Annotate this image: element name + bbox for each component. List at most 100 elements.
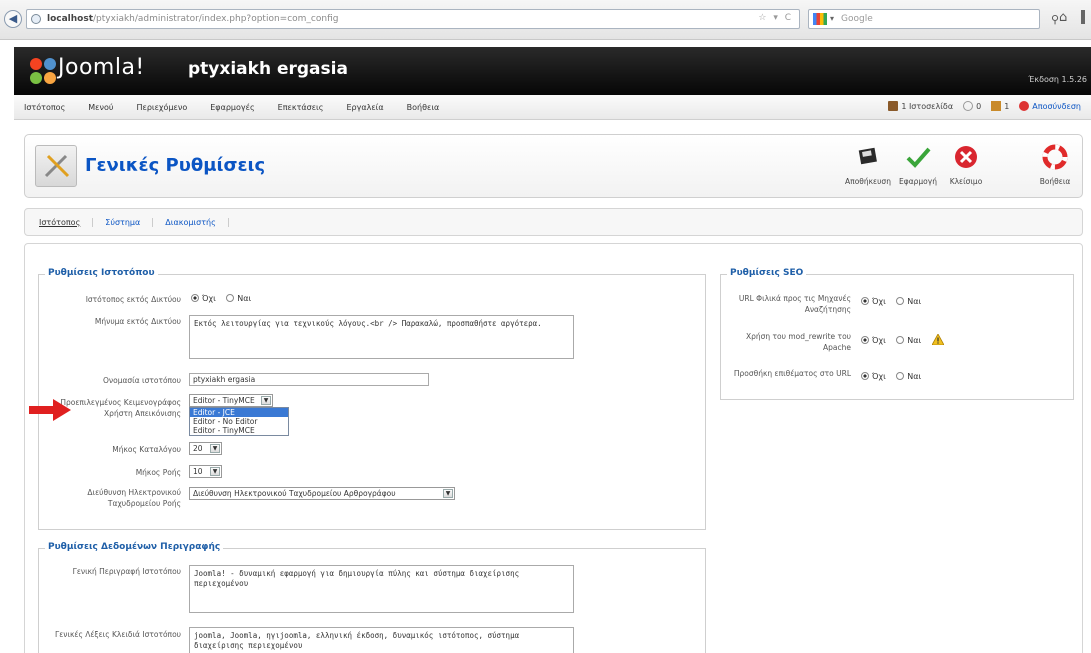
- screen: ◀ localhost/ptyxiakh/administrator/index…: [0, 0, 1091, 653]
- seo-friendly-no-label: Όχι: [872, 297, 886, 306]
- feed-email-select[interactable]: Διεύθυνση Ηλεκτρονικού Ταχυδρομείου Αρθρ…: [189, 487, 455, 500]
- offline-no-radio[interactable]: [191, 294, 199, 302]
- offline-message-label: Μήνυμα εκτός Δικτύου: [94, 317, 181, 326]
- url-suffix-no-radio[interactable]: [861, 372, 869, 380]
- editor-selected-value: Editor - TinyMCE: [193, 396, 255, 405]
- seo-friendly-yes-radio[interactable]: [896, 297, 905, 305]
- users-online: 1: [991, 101, 1009, 111]
- menu-item-menus[interactable]: Μενού: [88, 103, 113, 112]
- site-name: ptyxiakh ergasia: [188, 59, 348, 79]
- site-name-label: Ονομασία ιστοτόπου: [103, 376, 181, 385]
- menu-icon[interactable]: [1081, 10, 1085, 24]
- tab-server[interactable]: Διακομιστής: [165, 218, 229, 227]
- url-suffix-no-label: Όχι: [872, 372, 886, 381]
- back-arrow-icon[interactable]: ◀: [4, 10, 22, 28]
- apply-label: Εφαρμογή: [899, 177, 937, 186]
- chevron-down-icon: ▼: [210, 444, 220, 453]
- seo-panel: Ρυθμίσεις SEO URL Φιλικά προς τις Μηχανέ…: [720, 268, 1074, 400]
- mod-rewrite-no-label: Όχι: [872, 336, 886, 345]
- toolbar: Γενικές Ρυθμίσεις Αποθήκευση Εφαρμογή Κλ…: [24, 134, 1083, 198]
- url-suffix-radio-group: Όχι Ναι: [861, 372, 929, 381]
- site-name-input[interactable]: ptyxiakh ergasia: [189, 373, 429, 386]
- close-label: Κλείσιμο: [949, 177, 983, 186]
- list-length-value: 20: [193, 444, 203, 453]
- feed-length-value: 10: [193, 467, 203, 476]
- joomla-logo-text: Joomla!: [58, 55, 145, 80]
- close-icon: [952, 143, 980, 171]
- offline-message-textarea[interactable]: Εκτός λειτουργίας για τεχνικούς λόγους.<…: [189, 315, 574, 359]
- config-icon: [35, 145, 77, 187]
- seo-friendly-no-radio[interactable]: [861, 297, 869, 305]
- home-icon[interactable]: ⌂: [1059, 10, 1067, 25]
- offline-radio-group: Όχι Ναι: [191, 294, 259, 303]
- address-bar[interactable]: localhost/ptyxiakh/administrator/index.p…: [26, 9, 800, 29]
- joomla-logo-icon: [30, 58, 56, 84]
- editor-option-no-editor[interactable]: Editor - No Editor: [190, 417, 288, 426]
- apply-button[interactable]: Εφαρμογή: [894, 143, 942, 186]
- menu-item-site[interactable]: Ιστότοπος: [24, 103, 65, 112]
- users-count: 1: [1004, 101, 1010, 111]
- menu-item-content[interactable]: Περιεχόμενο: [136, 103, 187, 112]
- offline-yes-radio[interactable]: [226, 294, 235, 302]
- feed-length-label: Μήκος Ροής: [135, 468, 181, 477]
- help-lifebuoy-icon: [1041, 143, 1069, 171]
- offline-yes-label: Ναι: [237, 294, 252, 303]
- search-input[interactable]: ▾ Google ⚲: [808, 9, 1059, 29]
- keywords-label: Γενικές Λέξεις Κλειδιά Ιστοτόπου: [55, 630, 181, 639]
- messages-icon: [963, 101, 974, 111]
- url-path: /ptyxiakh/administrator/index.php?option…: [93, 14, 339, 24]
- chevron-down-icon: ▼: [443, 489, 453, 498]
- chevron-down-icon: ▼: [261, 396, 271, 405]
- preview-link[interactable]: 1 Ιστοσελίδα: [888, 101, 953, 111]
- preview-icon: [888, 101, 899, 111]
- search-icon[interactable]: ⚲: [1051, 13, 1059, 26]
- preview-label: 1 Ιστοσελίδα: [901, 101, 954, 111]
- menu-item-help[interactable]: Βοήθεια: [407, 103, 440, 112]
- logout-link[interactable]: Αποσύνδεση: [1019, 101, 1081, 111]
- feed-length-select[interactable]: 10 ▼: [189, 465, 222, 478]
- feed-email-value: Διεύθυνση Ηλεκτρονικού Ταχυδρομείου Αρθρ…: [193, 489, 396, 498]
- warning-icon: [931, 334, 944, 345]
- tab-system[interactable]: Σύστημα: [105, 218, 154, 227]
- messages-count: 0: [976, 101, 982, 111]
- offline-no-label: Όχι: [202, 294, 216, 303]
- tabs-bar: Ιστότοπος Σύστημα Διακομιστής: [24, 208, 1083, 236]
- close-button[interactable]: Κλείσιμο: [942, 143, 990, 186]
- messages-link[interactable]: 0: [963, 101, 981, 111]
- globe-icon: [31, 14, 41, 24]
- tab-site[interactable]: Ιστότοπος: [39, 218, 94, 227]
- browser-toolbar: ◀ localhost/ptyxiakh/administrator/index…: [0, 0, 1091, 40]
- offline-label: Ιστότοπος εκτός Δικτύου: [85, 295, 181, 304]
- menu-item-components[interactable]: Εφαρμογές: [210, 103, 254, 112]
- seo-legend: Ρυθμίσεις SEO: [727, 268, 807, 278]
- search-placeholder: Google: [841, 14, 873, 24]
- search-dropdown-icon[interactable]: ▾: [830, 14, 834, 23]
- star-icon[interactable]: ☆ ▾ C: [758, 13, 793, 23]
- menu-item-extensions[interactable]: Επεκτάσεις: [278, 103, 324, 112]
- keywords-textarea[interactable]: joomla, Joomla, ηγιjoomla, ελληνική έκδο…: [189, 627, 574, 653]
- save-button[interactable]: Αποθήκευση: [844, 143, 892, 186]
- mod-rewrite-yes-label: Ναι: [907, 336, 922, 345]
- chevron-down-icon: ▼: [210, 467, 220, 476]
- url-suffix-yes-radio[interactable]: [896, 372, 905, 380]
- status-area: 1 Ιστοσελίδα 0 1 Αποσύνδεση: [878, 101, 1081, 111]
- url-host: localhost: [47, 14, 94, 24]
- editor-select[interactable]: Editor - TinyMCE ▼: [189, 394, 273, 407]
- seo-friendly-label: URL Φιλικά προς τις Μηχανές Αναζήτησης: [738, 294, 851, 314]
- url-suffix-label: Προσθήκη επιθέματος στο URL: [733, 369, 851, 378]
- metadata-panel: Ρυθμίσεις Δεδομένων Περιγραφής Γενική Πε…: [38, 542, 706, 653]
- description-textarea[interactable]: Joomla! - δυναμική εφαρμογή για δημιουργ…: [189, 565, 574, 613]
- editor-option-tinymce[interactable]: Editor - TinyMCE: [190, 426, 288, 435]
- editor-dropdown-list[interactable]: Editor - JCE Editor - No Editor Editor -…: [189, 407, 289, 436]
- editor-option-jce[interactable]: Editor - JCE: [190, 408, 288, 417]
- help-button[interactable]: Βοήθεια: [1031, 143, 1079, 186]
- mod-rewrite-yes-radio[interactable]: [896, 336, 905, 344]
- site-settings-panel: Ρυθμίσεις Ιστοτόπου Ιστότοπος εκτός Δικτ…: [38, 268, 706, 530]
- list-length-select[interactable]: 20 ▼: [189, 442, 222, 455]
- users-icon: [991, 101, 1002, 111]
- menu-item-tools[interactable]: Εργαλεία: [346, 103, 383, 112]
- mod-rewrite-no-radio[interactable]: [861, 336, 869, 344]
- google-icon: [813, 13, 827, 25]
- feed-email-label: Διεύθυνση Ηλεκτρονικού Ταχυδρομείου Ροής: [87, 488, 181, 508]
- version-label: Έκδοση 1.5.26: [1028, 75, 1087, 84]
